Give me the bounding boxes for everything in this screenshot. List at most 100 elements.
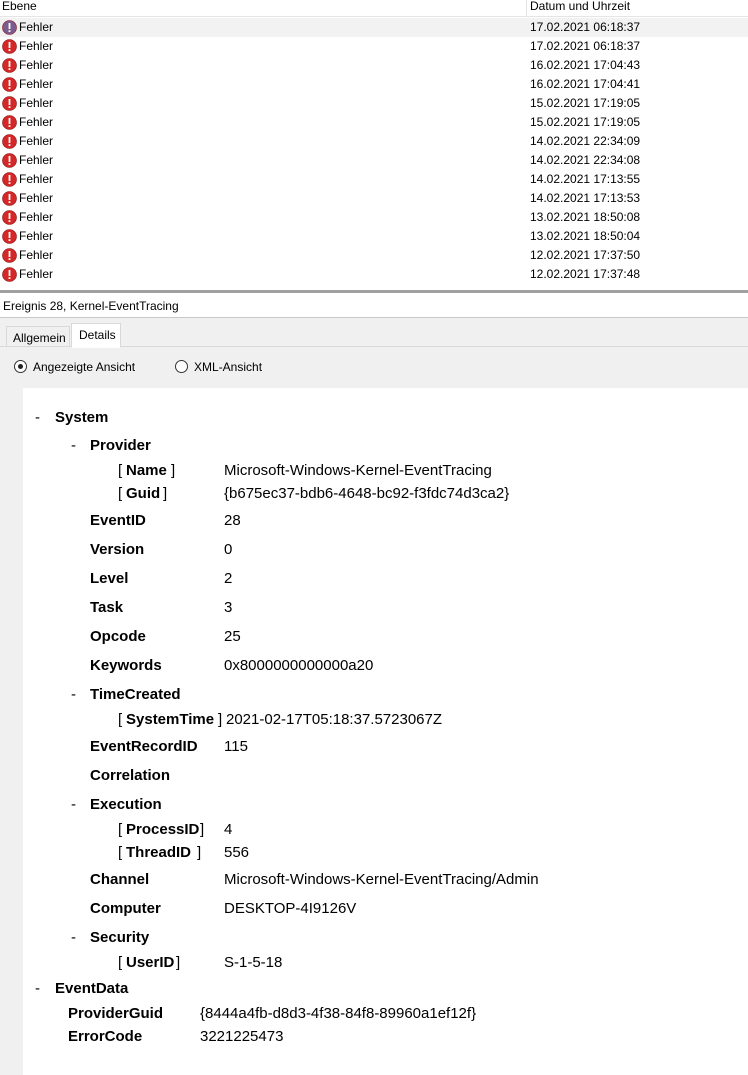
table-row[interactable]: Fehler 12.02.2021 17:37:50 [0,246,748,265]
radio-friendly-view[interactable] [14,360,27,373]
bracket-close: ] [197,844,202,861]
field-level-key: Level [90,570,129,587]
column-separator[interactable] [526,0,527,16]
row-level: Fehler [19,20,54,34]
table-row[interactable]: Fehler 15.02.2021 17:19:05 [0,94,748,113]
event-rows: Fehler 17.02.2021 06:18:37 Fehler 17.02.202… [0,18,748,284]
bracket-open: [ [118,711,123,728]
field-opcode-value: 25 [224,628,241,645]
row-level: Fehler [19,77,54,91]
error-icon [2,115,17,130]
row-datetime: 16.02.2021 17:04:41 [530,77,641,91]
tab-strip: Allgemein Details [0,318,748,348]
error-icon [2,191,17,206]
field-task-key: Task [90,599,124,616]
details-pane[interactable]: - System - Provider [ Name ] Microsoft-W… [0,388,748,1075]
node-system: System [55,409,109,426]
table-row[interactable]: Fehler 13.02.2021 18:50:08 [0,208,748,227]
row-datetime: 14.02.2021 22:34:08 [530,153,641,167]
error-icon [2,267,17,282]
row-datetime: 14.02.2021 17:13:55 [530,172,641,186]
attr-processid-key: ProcessID [126,821,200,838]
error-icon [2,229,17,244]
radio-friendly-view-label[interactable]: Angezeigte Ansicht [33,360,135,374]
bracket-open: [ [118,844,123,861]
table-row[interactable]: Fehler 17.02.2021 06:18:37 [0,18,748,37]
row-level: Fehler [19,267,54,281]
row-datetime: 17.02.2021 06:18:37 [530,20,641,34]
field-computer-key: Computer [90,900,161,917]
node-security: Security [90,929,150,946]
attr-name-key: Name [126,462,167,479]
field-task-value: 3 [224,599,233,616]
error-icon [2,248,17,263]
bracket-open: [ [118,462,123,479]
error-icon [2,96,17,111]
table-row[interactable]: Fehler 14.02.2021 17:13:55 [0,170,748,189]
field-eventid-value: 28 [224,512,241,529]
field-computer-value: DESKTOP-4I9126V [224,900,357,917]
table-row[interactable]: Fehler 14.02.2021 17:13:53 [0,189,748,208]
row-datetime: 13.02.2021 18:50:04 [530,229,641,243]
error-icon [2,153,17,168]
attr-userid-value: S-1-5-18 [224,954,283,971]
attr-guid-value: {b675ec37-bdb6-4648-bc92-f3fdc74d3ca2} [224,485,510,502]
field-providerguid-key: ProviderGuid [68,1005,164,1022]
collapse-security-toggle[interactable]: - [71,929,76,946]
field-eventid-key: EventID [90,512,146,529]
collapse-system-toggle[interactable]: - [35,409,40,426]
error-icon [2,134,17,149]
table-row[interactable]: Fehler 15.02.2021 17:19:05 [0,113,748,132]
error-icon [2,58,17,73]
field-eventrecordid-value: 115 [224,738,248,755]
table-row[interactable]: Fehler 14.02.2021 22:34:08 [0,151,748,170]
bracket-close: ] [163,485,168,502]
attr-systemtime-value: 2021-02-17T05:18:37.5723067Z [226,711,443,728]
collapse-timecreated-toggle[interactable]: - [71,686,76,703]
field-errorcode-key: ErrorCode [68,1028,143,1045]
field-channel-value: Microsoft-Windows-Kernel-EventTracing/Ad… [224,871,539,888]
row-datetime: 14.02.2021 17:13:53 [530,191,641,205]
field-version-value: 0 [224,541,233,558]
event-title-bar: Ereignis 28, Kernel-EventTracing [0,293,748,318]
attr-guid-key: Guid [126,485,161,502]
attr-systemtime-key: SystemTime [126,711,215,728]
column-header-level[interactable]: Ebene [2,0,37,13]
radio-xml-view-label[interactable]: XML-Ansicht [194,360,262,374]
table-row[interactable]: Fehler 14.02.2021 22:34:09 [0,132,748,151]
table-row[interactable]: Fehler 13.02.2021 18:50:04 [0,227,748,246]
row-datetime: 14.02.2021 22:34:09 [530,134,641,148]
collapse-provider-toggle[interactable]: - [71,437,76,454]
event-list[interactable]: Ebene Datum und Uhrzeit Fehler 17.02.2021… [0,0,748,292]
attr-name-value: Microsoft-Windows-Kernel-EventTracing [224,462,492,479]
table-row[interactable]: Fehler 12.02.2021 17:37:48 [0,265,748,284]
error-icon [2,210,17,225]
field-correlation-key: Correlation [90,767,171,784]
row-datetime: 15.02.2021 17:19:05 [530,115,641,129]
row-level: Fehler [19,39,54,53]
collapse-eventdata-toggle[interactable]: - [35,980,40,997]
tab-general[interactable]: Allgemein [6,326,70,347]
collapse-execution-toggle[interactable]: - [71,796,76,813]
radio-xml-view[interactable] [175,360,188,373]
attr-processid-value: 4 [224,821,233,838]
table-row[interactable]: Fehler 16.02.2021 17:04:41 [0,75,748,94]
row-level: Fehler [19,115,54,129]
error-icon [2,39,17,54]
row-level: Fehler [19,191,54,205]
attr-threadid-key: ThreadID [126,844,192,861]
view-switch: Angezeigte Ansicht XML-Ansicht [0,347,748,388]
tab-details[interactable]: Details [71,323,121,348]
bracket-open: [ [118,485,123,502]
tab-details-label: Details [79,328,116,342]
field-errorcode-value: 3221225473 [200,1028,284,1045]
table-row[interactable]: Fehler 17.02.2021 06:18:37 [0,37,748,56]
row-level: Fehler [19,172,54,186]
field-eventrecordid-key: EventRecordID [90,738,198,755]
table-row[interactable]: Fehler 16.02.2021 17:04:43 [0,56,748,75]
details-tree: - System - Provider [ Name ] Microsoft-W… [23,388,748,1075]
row-level: Fehler [19,248,54,262]
attr-threadid-value: 556 [224,844,250,861]
column-header-datetime[interactable]: Datum und Uhrzeit [530,0,630,13]
node-execution: Execution [90,796,162,813]
